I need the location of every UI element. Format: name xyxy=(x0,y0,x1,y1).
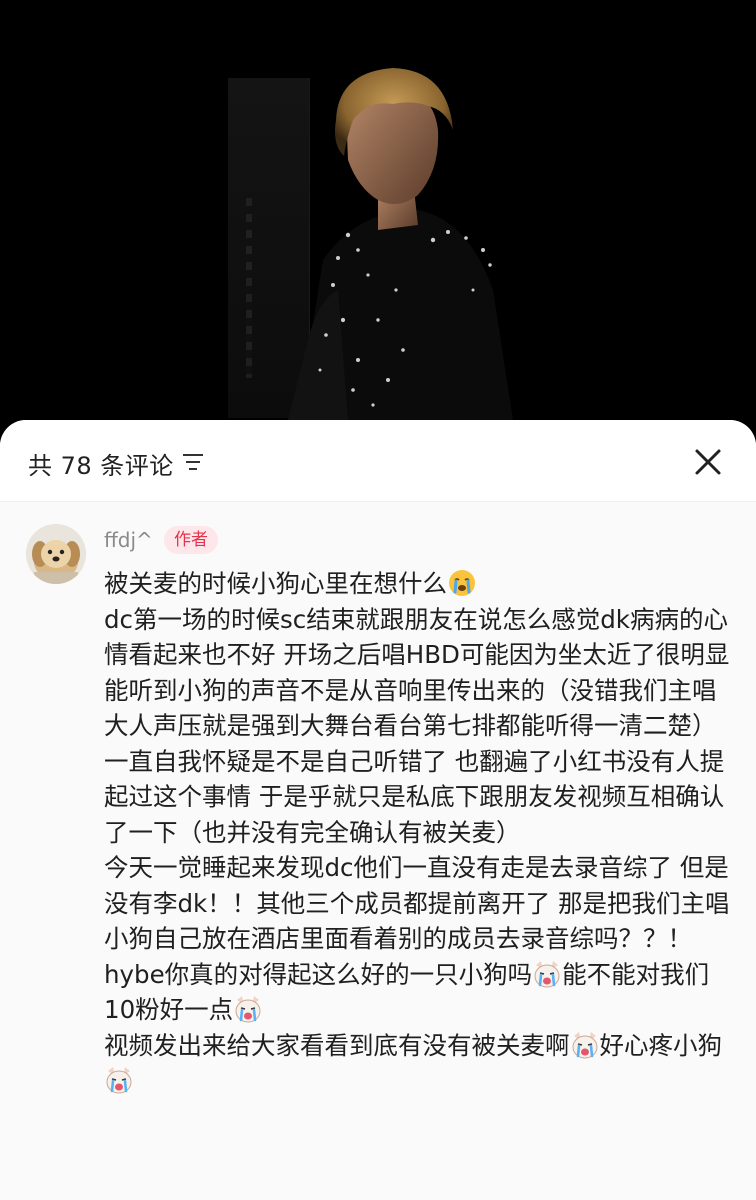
comment-paragraph-1: 被关麦的时候小狗心里在想什么 xyxy=(104,569,447,598)
crying-face-emoji xyxy=(449,570,475,596)
comments-sheet: 共 78 条评论 ffdj^ 作者 被关麦的时候小狗心里在想什么 dc第一场的时… xyxy=(0,420,756,1200)
comments-header: 共 78 条评论 xyxy=(0,420,756,502)
crying-dog-emoji xyxy=(534,960,560,987)
author-badge: 作者 xyxy=(164,526,218,554)
crying-dog-emoji xyxy=(572,1031,597,1058)
video-player[interactable] xyxy=(0,0,756,440)
comment-paragraph-2: dc第一场的时候sc结束就跟朋友在说怎么感觉dk病病的心情看起来也不好 开场之后… xyxy=(104,604,730,847)
comment-paragraph-4b: 好心疼小狗 xyxy=(599,1030,723,1060)
close-icon[interactable] xyxy=(694,448,722,476)
comment-username[interactable]: ffdj^ xyxy=(104,528,153,552)
avatar[interactable] xyxy=(26,524,86,584)
crying-dog-emoji xyxy=(235,996,261,1023)
comment-paragraph-4a: 视频发出来给大家看看到底有没有被关麦啊 xyxy=(104,1030,570,1060)
comment-list: ffdj^ 作者 被关麦的时候小狗心里在想什么 dc第一场的时候sc结束就跟朋友… xyxy=(0,502,756,1200)
crying-dog-emoji xyxy=(106,1067,132,1094)
performer-image xyxy=(288,68,513,420)
filter-icon[interactable] xyxy=(182,452,204,472)
comment-body: 被关麦的时候小狗心里在想什么 dc第一场的时候sc结束就跟朋友在说怎么感觉dk病… xyxy=(104,566,734,1099)
comment-count-label: 共 78 条评论 xyxy=(28,452,174,480)
